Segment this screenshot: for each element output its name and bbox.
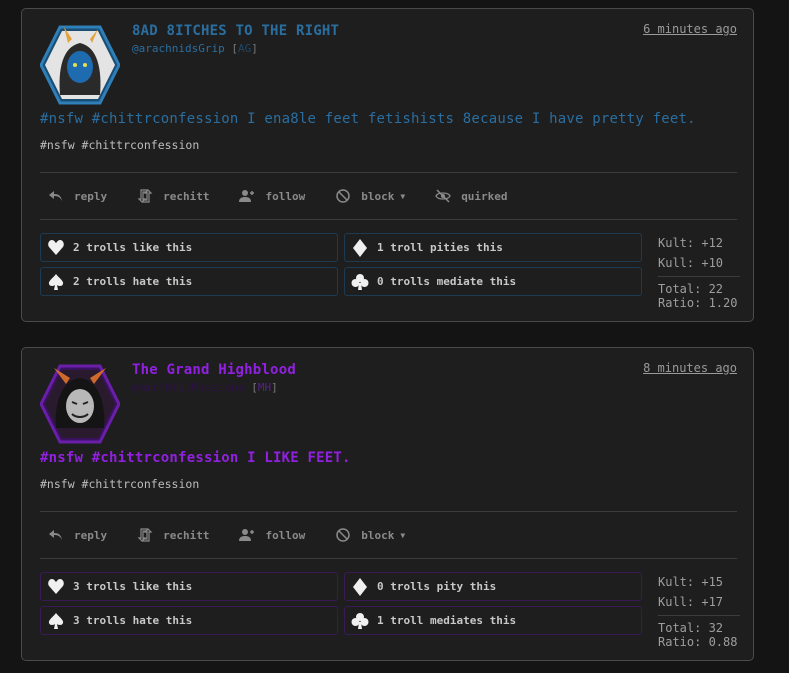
- kult-stat: Kult: +15: [658, 575, 724, 589]
- rechitt-label: rechitt: [163, 528, 210, 542]
- chevron-down-icon: ▼: [400, 191, 406, 201]
- rechitt-icon: [137, 527, 153, 543]
- reply-label: reply: [74, 189, 108, 203]
- reply-icon: [48, 527, 64, 543]
- post-body: #nsfw #chittrconfession I LIKE FEET.: [40, 450, 351, 466]
- divider: [40, 558, 737, 559]
- like-reaction-button[interactable]: 2 trolls like this: [40, 233, 338, 262]
- like-count: 2 trolls like this: [73, 241, 193, 254]
- spade-icon: [47, 273, 65, 291]
- stats-divider: [658, 615, 740, 616]
- display-name[interactable]: The Grand Highblood: [132, 362, 296, 378]
- follow-label: follow: [265, 189, 306, 203]
- display-name[interactable]: 8AD 8ITCHES TO THE RIGHT: [132, 23, 339, 39]
- diamond-icon: [351, 238, 369, 257]
- follow-button[interactable]: follow: [231, 527, 305, 543]
- add-user-icon: [239, 188, 255, 204]
- block-button[interactable]: block ▼: [327, 527, 405, 543]
- hate-reaction-button[interactable]: 2 trolls hate this: [40, 267, 338, 296]
- heart-icon: [47, 239, 65, 257]
- reply-button[interactable]: reply: [40, 188, 107, 204]
- kult-stat: Kult: +12: [658, 236, 724, 250]
- kull-stat: Kull: +17: [658, 595, 724, 609]
- pity-reaction-button[interactable]: 0 trolls pity this: [344, 572, 642, 601]
- like-reaction-button[interactable]: 3 trolls like this: [40, 572, 338, 601]
- add-user-icon: [239, 527, 255, 543]
- pity-count: 0 trolls pity this: [377, 580, 497, 593]
- divider: [40, 219, 737, 220]
- ratio-stat: Ratio: 0.88: [658, 635, 738, 649]
- handle-initials: MH: [257, 381, 272, 394]
- post-card: The Grand Highblood @mirthfulMessiahs [M…: [21, 347, 754, 661]
- avatar[interactable]: [40, 25, 120, 105]
- rechitt-icon: [137, 188, 153, 204]
- divider: [40, 511, 737, 512]
- block-icon: [335, 527, 351, 543]
- follow-label: follow: [265, 528, 306, 542]
- handle[interactable]: @arachnidsGrip: [132, 42, 225, 55]
- reaction-grid: 3 trolls like this 0 trolls pity this 3 …: [40, 572, 642, 636]
- ratio-stat: Ratio: 1.20: [658, 296, 738, 310]
- block-label: block: [361, 189, 395, 203]
- post-tags: #nsfw #chittrconfession: [40, 138, 200, 152]
- hate-count: 3 trolls hate this: [73, 614, 193, 627]
- timestamp[interactable]: 6 minutes ago: [643, 22, 737, 36]
- mediate-reaction-button[interactable]: 0 trolls mediate this: [344, 267, 642, 296]
- pity-reaction-button[interactable]: 1 troll pities this: [344, 233, 642, 262]
- mediate-reaction-button[interactable]: 1 troll mediates this: [344, 606, 642, 635]
- stats-panel: Kult: +12 Kull: +10 Total: 22 Ratio: 1.2…: [658, 233, 740, 313]
- handle-line: @mirthfulMessiahs [MH]: [132, 381, 278, 394]
- rechitt-button[interactable]: rechitt: [129, 527, 209, 543]
- post-body: #nsfw #chittrconfession I ena8le feet fe…: [40, 111, 696, 127]
- pity-count: 1 troll pities this: [377, 241, 503, 254]
- action-bar: reply rechitt follow block ▼ quirked: [40, 185, 530, 207]
- like-count: 3 trolls like this: [73, 580, 193, 593]
- club-icon: [351, 273, 369, 291]
- eye-slash-icon: [435, 188, 451, 204]
- timestamp[interactable]: 8 minutes ago: [643, 361, 737, 375]
- quirked-label: quirked: [461, 189, 508, 203]
- hate-reaction-button[interactable]: 3 trolls hate this: [40, 606, 338, 635]
- stats-panel: Kult: +15 Kull: +17 Total: 32 Ratio: 0.8…: [658, 572, 740, 652]
- mediate-count: 0 trolls mediate this: [377, 275, 517, 288]
- handle-line: @arachnidsGrip [AG]: [132, 42, 258, 55]
- reply-label: reply: [74, 528, 108, 542]
- kull-stat: Kull: +10: [658, 256, 724, 270]
- handle[interactable]: @mirthfulMessiahs: [132, 381, 245, 394]
- rechitt-label: rechitt: [163, 189, 210, 203]
- block-icon: [335, 188, 351, 204]
- handle-initials: AG: [237, 42, 252, 55]
- spade-icon: [47, 612, 65, 630]
- action-bar: reply rechitt follow block ▼: [40, 524, 427, 546]
- mediate-count: 1 troll mediates this: [377, 614, 517, 627]
- chevron-down-icon: ▼: [400, 530, 406, 540]
- post-card: 8AD 8ITCHES TO THE RIGHT @arachnidsGrip …: [21, 8, 754, 322]
- block-label: block: [361, 528, 395, 542]
- reaction-grid: 2 trolls like this 1 troll pities this 2…: [40, 233, 642, 297]
- hate-count: 2 trolls hate this: [73, 275, 193, 288]
- reply-button[interactable]: reply: [40, 527, 107, 543]
- avatar[interactable]: [40, 364, 120, 444]
- club-icon: [351, 612, 369, 630]
- diamond-icon: [351, 577, 369, 596]
- divider: [40, 172, 737, 173]
- heart-icon: [47, 578, 65, 596]
- reply-icon: [48, 188, 64, 204]
- follow-button[interactable]: follow: [231, 188, 305, 204]
- rechitt-button[interactable]: rechitt: [129, 188, 209, 204]
- block-button[interactable]: block ▼: [327, 188, 405, 204]
- quirked-toggle[interactable]: quirked: [427, 188, 508, 204]
- post-tags: #nsfw #chittrconfession: [40, 477, 200, 491]
- stats-divider: [658, 276, 740, 277]
